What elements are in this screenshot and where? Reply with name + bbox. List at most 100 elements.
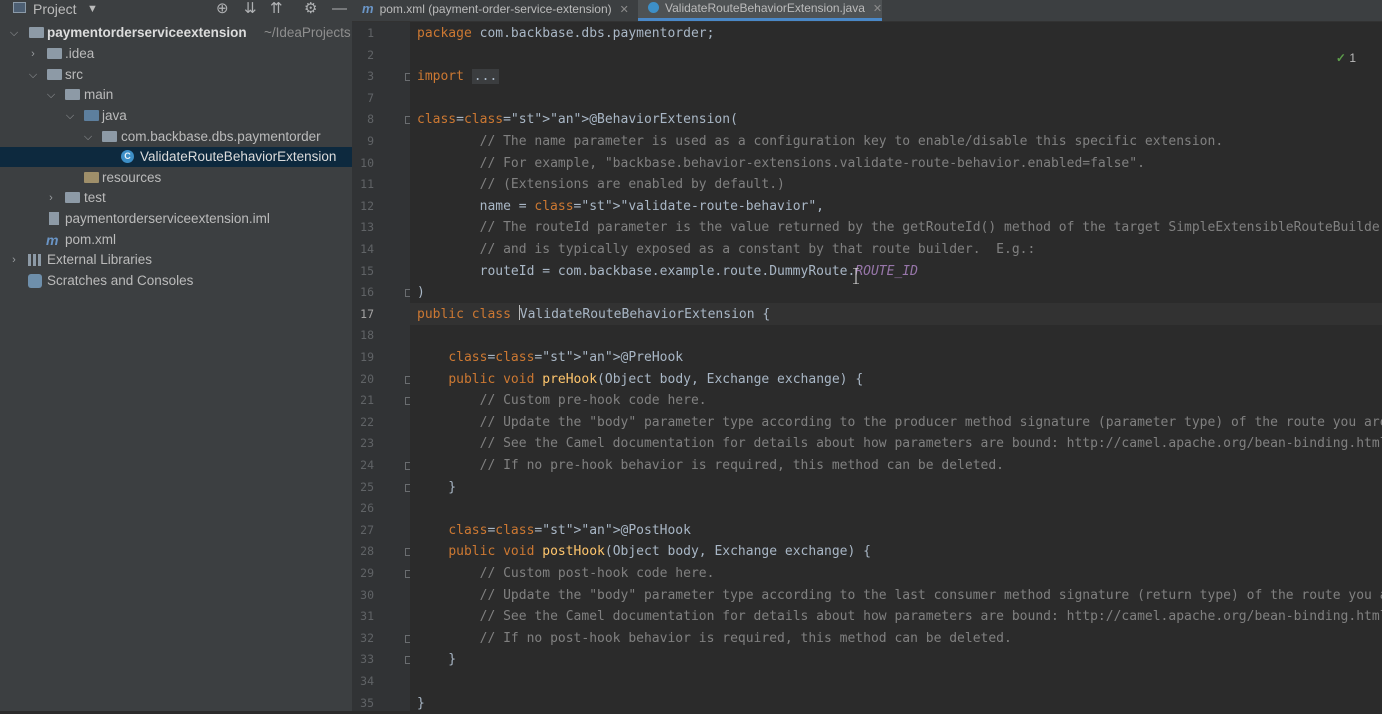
code-line[interactable]: // Update the "body" parameter type acco… bbox=[417, 412, 1382, 434]
chevron-down-icon[interactable]: ⌵ bbox=[27, 65, 39, 85]
line-number: 7 bbox=[367, 90, 374, 105]
code-line[interactable]: // (Extensions are enabled by default.) bbox=[417, 174, 785, 196]
tree-item-label: .idea bbox=[65, 46, 95, 61]
line-number: 34 bbox=[360, 674, 374, 688]
line-number: 11 bbox=[360, 177, 374, 192]
chevron-right-icon[interactable]: › bbox=[8, 250, 20, 270]
locate-icon[interactable]: ⊕ bbox=[216, 0, 229, 18]
line-number: 23 bbox=[360, 436, 374, 451]
line-number: 12 bbox=[360, 198, 374, 213]
code-line[interactable]: // If no pre-hook behavior is required, … bbox=[417, 455, 1004, 477]
resources-folder-icon bbox=[84, 172, 99, 183]
chevron-down-icon[interactable]: ⌵ bbox=[64, 106, 76, 126]
code-line[interactable]: // The routeId parameter is the value re… bbox=[417, 217, 1382, 239]
tree-item-scratches[interactable]: Scratches and Consoles bbox=[0, 271, 352, 291]
line-number: 9 bbox=[367, 134, 374, 148]
library-icon bbox=[28, 254, 42, 266]
project-view-selector[interactable]: Project bbox=[33, 0, 77, 18]
code-line[interactable]: } bbox=[417, 693, 425, 711]
tree-item-test[interactable]: › test bbox=[0, 188, 352, 208]
chevron-down-icon[interactable]: ⌵ bbox=[82, 127, 94, 147]
inspection-widget[interactable]: ✓ 1 bbox=[1336, 51, 1356, 65]
line-number: 24 bbox=[360, 458, 374, 472]
folder-icon bbox=[65, 89, 80, 100]
line-number: 17 bbox=[360, 306, 374, 321]
line-number: 3 bbox=[367, 69, 374, 84]
hide-icon[interactable]: — bbox=[332, 0, 347, 18]
tree-item-idea[interactable]: › .idea bbox=[0, 44, 352, 64]
expand-all-icon[interactable]: ⇊ bbox=[244, 0, 257, 18]
code-line[interactable]: class=class="st">"an">@BehaviorExtension… bbox=[417, 109, 738, 131]
tab-label: pom.xml (payment-order-service-extension… bbox=[379, 2, 612, 16]
chevron-down-icon[interactable]: ▼ bbox=[87, 0, 98, 18]
tree-item-iml[interactable]: paymentorderserviceextension.iml bbox=[0, 209, 352, 229]
code-line[interactable]: routeId = com.backbase.example.route.Dum… bbox=[417, 261, 918, 283]
code-line[interactable]: name = class="st">"validate-route-behavi… bbox=[417, 196, 824, 218]
code-line[interactable]: // If no post-hook behavior is required,… bbox=[417, 628, 1012, 650]
tree-item-resources[interactable]: resources bbox=[0, 168, 352, 188]
tree-item-label: paymentorderserviceextension bbox=[47, 25, 247, 40]
source-folder-icon bbox=[84, 110, 99, 121]
line-number: 31 bbox=[360, 609, 374, 624]
line-number: 33 bbox=[360, 652, 374, 667]
code-line[interactable]: // See the Camel documentation for detai… bbox=[417, 433, 1382, 455]
code-line[interactable]: ) bbox=[417, 282, 425, 304]
tab-validate-route-behavior-extension[interactable]: ValidateRouteBehaviorExtension.java ✕ bbox=[638, 0, 882, 21]
tree-item-label: test bbox=[84, 190, 106, 205]
tab-pom-xml[interactable]: m pom.xml (payment-order-service-extensio… bbox=[360, 0, 638, 21]
code-line[interactable]: // The name parameter is used as a confi… bbox=[417, 131, 1224, 153]
java-class-icon: C bbox=[121, 150, 134, 163]
iml-file-icon bbox=[49, 212, 59, 225]
line-number: 29 bbox=[360, 566, 374, 580]
tree-item-validate-route-behavior-extension[interactable]: C ValidateRouteBehaviorExtension bbox=[0, 147, 352, 167]
close-icon[interactable]: ✕ bbox=[873, 3, 882, 15]
tree-item-package[interactable]: ⌵ com.backbase.dbs.paymentorder bbox=[0, 127, 352, 147]
tree-item-src[interactable]: ⌵ src bbox=[0, 65, 352, 85]
tree-item-java[interactable]: ⌵ java bbox=[0, 106, 352, 126]
line-number: 13 bbox=[360, 220, 374, 235]
close-icon[interactable]: ✕ bbox=[620, 4, 629, 16]
collapse-all-icon[interactable]: ⇈ bbox=[270, 0, 283, 18]
chevron-down-icon[interactable]: ⌵ bbox=[45, 85, 57, 105]
check-icon: ✓ bbox=[1335, 51, 1346, 65]
tree-item-label: com.backbase.dbs.paymentorder bbox=[121, 129, 321, 144]
code-line[interactable]: // Update the "body" parameter type acco… bbox=[417, 585, 1382, 607]
tree-item-label: pom.xml bbox=[65, 232, 117, 247]
code-line[interactable]: // Custom post-hook code here. bbox=[417, 563, 715, 585]
chevron-down-icon[interactable]: ⌵ bbox=[8, 23, 20, 43]
editor-tab-bar: m pom.xml (payment-order-service-extensio… bbox=[352, 0, 1382, 22]
tree-item-path: ~/IdeaProjects bbox=[264, 25, 351, 40]
code-line[interactable]: // For example, "backbase.behavior-exten… bbox=[417, 153, 1145, 175]
code-editor[interactable]: ✓ 1 package com.backbase.dbs.paymentorde… bbox=[410, 22, 1382, 711]
line-number: 14 bbox=[360, 242, 374, 256]
chevron-right-icon[interactable]: › bbox=[27, 44, 39, 64]
tree-item-external-libraries[interactable]: › External Libraries bbox=[0, 250, 352, 270]
code-line[interactable]: // See the Camel documentation for detai… bbox=[417, 606, 1382, 628]
code-line[interactable]: } bbox=[417, 649, 456, 671]
chevron-right-icon[interactable]: › bbox=[45, 188, 57, 208]
folder-icon bbox=[47, 69, 62, 80]
tree-item-label: main bbox=[84, 87, 114, 102]
code-line[interactable]: // and is typically exposed as a constan… bbox=[417, 239, 1036, 261]
code-line[interactable]: class=class="st">"an">@PreHook bbox=[417, 347, 683, 369]
code-line[interactable]: public void postHook(Object body, Exchan… bbox=[417, 541, 871, 563]
text-cursor-icon bbox=[853, 267, 859, 285]
tree-item-pom[interactable]: m pom.xml bbox=[0, 230, 352, 250]
code-line[interactable]: package com.backbase.dbs.paymentorder; bbox=[417, 23, 714, 45]
code-line[interactable]: public void preHook(Object body, Exchang… bbox=[417, 369, 863, 391]
code-line[interactable]: class=class="st">"an">@PostHook bbox=[417, 520, 691, 542]
line-number: 8 bbox=[367, 112, 374, 127]
code-line[interactable]: // Custom pre-hook code here. bbox=[417, 390, 707, 412]
java-class-icon bbox=[648, 2, 659, 13]
code-line[interactable]: import ... bbox=[417, 66, 500, 88]
code-line[interactable]: } bbox=[417, 477, 456, 499]
editor-gutter: 1 2 3 7 8 9 10 11 12 13 14 15 16 17 18 19 20 21 22 23 24 25 26… bbox=[352, 22, 413, 711]
project-tool-window: Project ▼ ⊕ ⇊ ⇈ ⚙ — ⌵ paymentorderservic… bbox=[0, 0, 352, 711]
code-line[interactable]: public class ValidateRouteBehaviorExtens… bbox=[417, 304, 770, 326]
tree-item-root[interactable]: ⌵ paymentorderserviceextension ~/IdeaPro… bbox=[0, 23, 352, 43]
gear-icon[interactable]: ⚙ bbox=[304, 0, 317, 18]
folder-icon bbox=[47, 48, 62, 59]
line-number: 22 bbox=[360, 414, 374, 429]
inspection-count: 1 bbox=[1349, 51, 1356, 65]
tree-item-main[interactable]: ⌵ main bbox=[0, 85, 352, 105]
